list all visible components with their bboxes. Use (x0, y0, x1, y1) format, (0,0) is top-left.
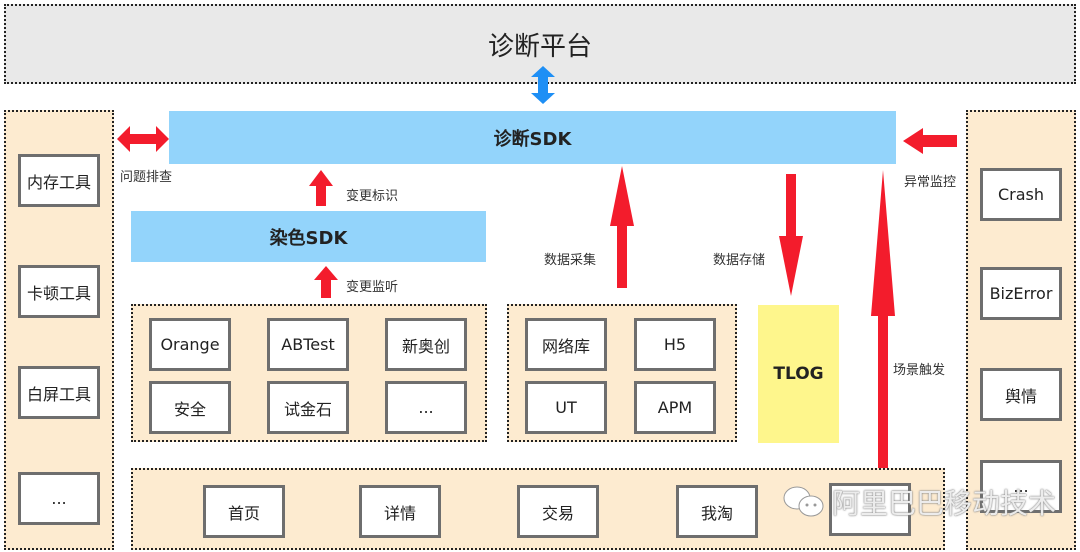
exception-monitor-arrow-icon (903, 128, 957, 154)
monitor-label: BizError (989, 284, 1053, 303)
page-box-mytaobao[interactable]: 我淘 (676, 485, 758, 538)
tool-label: 白屏工具 (26, 384, 91, 404)
change-mark-arrow-icon (309, 170, 333, 206)
data-collect-label: 数据采集 (544, 253, 597, 268)
troubleshoot-double-arrow-icon (117, 126, 169, 152)
data-store-label: 数据存储 (713, 253, 766, 268)
config-box-orange[interactable]: Orange (149, 318, 231, 371)
diagnosis-sdk-label: 诊断SDK (493, 128, 572, 150)
source-label: 网络库 (541, 336, 590, 356)
source-box-network[interactable]: 网络库 (525, 318, 607, 371)
monitor-label: Crash (997, 185, 1045, 204)
config-label: 安全 (173, 399, 206, 419)
exception-monitor-label: 异常监控 (904, 175, 957, 190)
change-listen-arrow-icon (314, 266, 338, 298)
scene-trigger-arrow-icon (871, 170, 895, 468)
config-box-more[interactable]: ... (385, 381, 467, 434)
data-store-arrow-icon (779, 174, 803, 296)
data-collect-arrow-icon (610, 166, 634, 288)
config-box-security[interactable]: 安全 (149, 381, 231, 434)
source-box-h5[interactable]: H5 (634, 318, 716, 371)
tool-label: ... (51, 489, 67, 508)
page-label: 首页 (227, 503, 260, 523)
platform-sdk-double-arrow-icon (531, 66, 555, 104)
config-label: Orange (160, 335, 220, 354)
source-box-ut[interactable]: UT (525, 381, 607, 434)
config-box-xinaochuang[interactable]: 新奥创 (385, 318, 467, 371)
tool-box-more[interactable]: ... (18, 472, 100, 525)
monitor-box-bizerror[interactable]: BizError (980, 267, 1062, 320)
page-label: 详情 (383, 503, 416, 523)
change-listen-label: 变更监听 (346, 280, 399, 295)
watermark-text: 阿里巴巴移动技术 (832, 487, 1057, 520)
change-mark-label: 变更标识 (346, 189, 399, 204)
source-label: UT (555, 398, 577, 417)
wechat-icon (783, 486, 824, 517)
scene-trigger-label: 场景触发 (893, 363, 946, 378)
config-label: ABTest (281, 335, 335, 354)
monitor-box-crash[interactable]: Crash (980, 168, 1062, 221)
monitor-label: 舆情 (1004, 386, 1037, 406)
page-label: 交易 (541, 503, 574, 523)
page-box-trade[interactable]: 交易 (517, 485, 599, 538)
tool-box-whitescreen[interactable]: 白屏工具 (18, 366, 100, 419)
config-label: ... (418, 398, 434, 417)
config-label: 试金石 (283, 399, 332, 419)
tool-label: 内存工具 (26, 172, 91, 192)
diagnosis-sdk-bar: 诊断SDK (169, 111, 896, 164)
tlog-storage: TLOG (758, 305, 839, 443)
config-box-abtest[interactable]: ABTest (267, 318, 349, 371)
page-box-detail[interactable]: 详情 (359, 485, 441, 538)
tool-label: 卡顿工具 (26, 283, 91, 303)
monitor-box-public-opinion[interactable]: 舆情 (980, 368, 1062, 421)
platform-title: 诊断平台 (487, 31, 592, 62)
dye-sdk-label: 染色SDK (269, 227, 348, 249)
source-box-apm[interactable]: APM (634, 381, 716, 434)
watermark: 阿里巴巴移动技术 (782, 482, 1056, 522)
source-label: APM (657, 398, 693, 417)
troubleshoot-label: 问题排查 (120, 170, 173, 185)
config-label: 新奥创 (401, 336, 450, 356)
tool-box-memory[interactable]: 内存工具 (18, 154, 100, 207)
page-label: 我淘 (700, 503, 733, 523)
tlog-label: TLOG (773, 364, 824, 384)
tool-box-jank[interactable]: 卡顿工具 (18, 265, 100, 318)
config-box-shijinshi[interactable]: 试金石 (267, 381, 349, 434)
dye-sdk-bar: 染色SDK (131, 211, 486, 262)
page-box-home[interactable]: 首页 (203, 485, 285, 538)
source-label: H5 (663, 335, 687, 354)
